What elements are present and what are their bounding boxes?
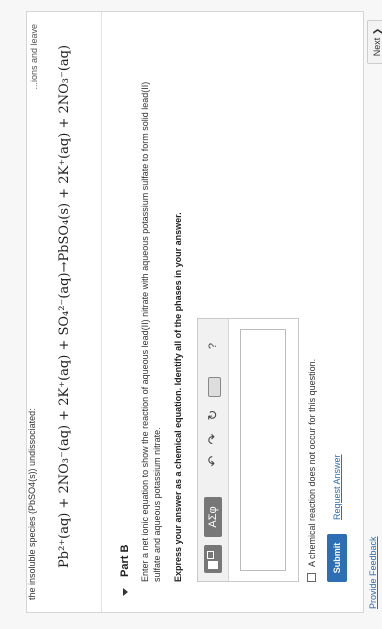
previous-part-answer: the insoluble species (PbSO4(s)) undisso… bbox=[27, 12, 102, 612]
template-superscript-icon bbox=[207, 551, 214, 559]
submit-button[interactable]: Submit bbox=[327, 534, 347, 582]
help-icon[interactable]: ? bbox=[204, 339, 222, 353]
undo-icon[interactable]: ↶ bbox=[204, 453, 222, 469]
question-instructions: Enter a net ionic equation to show the r… bbox=[140, 81, 162, 582]
templates-button[interactable] bbox=[204, 545, 222, 573]
provide-feedback-link[interactable]: Provide Feedback bbox=[368, 536, 378, 609]
previous-answer-text: the insoluble species (PbSO4(s)) undisso… bbox=[27, 408, 37, 600]
answer-input[interactable] bbox=[240, 329, 286, 571]
answer-format-instruction: Express your answer as a chemical equati… bbox=[173, 212, 183, 582]
symbols-button[interactable]: AΣφ bbox=[204, 497, 222, 537]
reset-icon[interactable]: ↻ bbox=[204, 407, 222, 423]
part-title: Part B bbox=[119, 544, 131, 577]
request-answer-link[interactable]: Request Answer bbox=[332, 454, 342, 520]
redo-icon[interactable]: ↷ bbox=[204, 431, 222, 447]
answer-editor: AΣφ ↶ ↷ ↻ ? bbox=[197, 318, 299, 582]
no-reaction-checkbox[interactable]: A chemical reaction does not occur for t… bbox=[307, 359, 317, 582]
page: the insoluble species (PbSO4(s)) undisso… bbox=[0, 0, 382, 629]
template-box-icon bbox=[208, 561, 218, 569]
checkbox-icon[interactable] bbox=[307, 573, 316, 582]
no-reaction-label: A chemical reaction does not occur for t… bbox=[307, 358, 317, 567]
next-button[interactable]: Next ❯ bbox=[367, 20, 382, 64]
keyboard-icon[interactable] bbox=[208, 377, 221, 397]
previous-equation: Pb²⁺(aq) + 2NO₃⁻(aq) + 2K⁺(aq) + SO₄²⁻(a… bbox=[57, 44, 72, 568]
previous-answer-text-right: ...ions and leave bbox=[29, 24, 39, 90]
editor-toolbar: AΣφ ↶ ↷ ↻ ? bbox=[198, 319, 229, 581]
question-card: the insoluble species (PbSO4(s)) undisso… bbox=[26, 11, 382, 613]
chevron-down-icon bbox=[122, 588, 128, 596]
part-b-header[interactable]: Part B bbox=[119, 545, 131, 596]
